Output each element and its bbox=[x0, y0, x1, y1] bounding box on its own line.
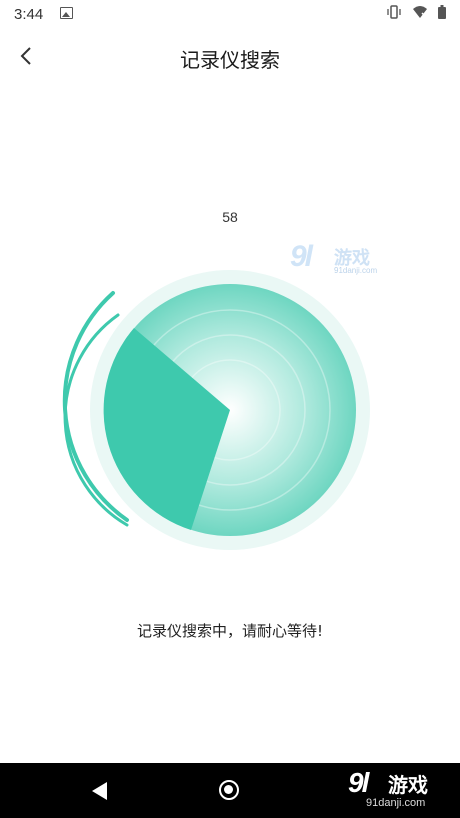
page-title: 记录仪搜索 bbox=[180, 48, 280, 72]
nav-back-button[interactable] bbox=[92, 782, 107, 800]
searching-status-text: 记录仪搜索中，请耐心等待! bbox=[136, 622, 323, 640]
wifi-off-icon bbox=[412, 5, 428, 19]
watermark-number: 9l bbox=[348, 767, 369, 798]
watermark-url: 91danji.com bbox=[366, 797, 426, 809]
watermark-logo-bottom: 9l 游戏 91danji.com bbox=[348, 767, 448, 813]
status-icons bbox=[386, 5, 446, 19]
nav-home-button[interactable] bbox=[219, 780, 239, 800]
watermark-text: 游戏 bbox=[388, 773, 428, 797]
device-count: 58 bbox=[222, 209, 238, 225]
system-nav-bar: 9l 游戏 91danji.com bbox=[0, 763, 460, 818]
battery-icon bbox=[438, 5, 446, 19]
status-bar: 3:44 bbox=[0, 0, 460, 28]
header: 记录仪搜索 bbox=[0, 32, 460, 82]
status-time: 3:44 bbox=[14, 6, 44, 23]
radar-scanner bbox=[55, 260, 385, 560]
image-icon bbox=[60, 7, 73, 19]
vibrate-icon bbox=[386, 5, 402, 19]
